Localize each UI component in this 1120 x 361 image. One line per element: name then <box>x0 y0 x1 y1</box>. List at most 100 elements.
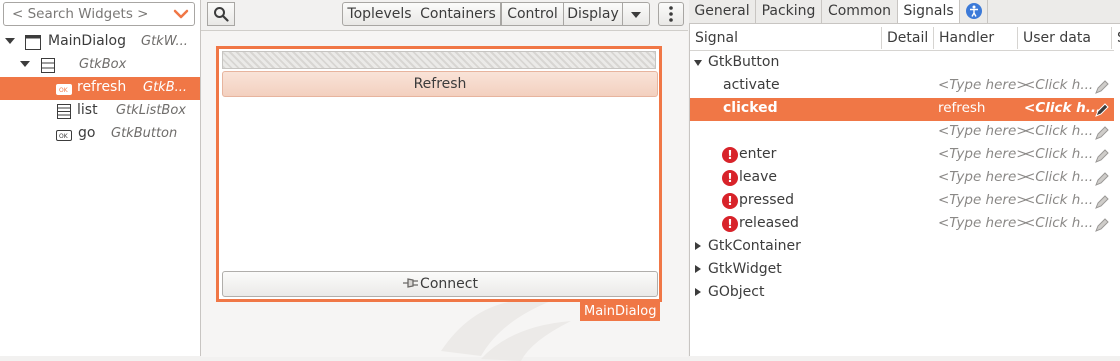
expander-down-icon[interactable] <box>694 60 702 66</box>
signal-row-released[interactable]: ! released <Type here> <Click h... <box>690 213 1120 236</box>
error-icon: ! <box>722 216 738 232</box>
signal-group-gtkwidget[interactable]: GtkWidget <box>690 259 1120 282</box>
plug-icon <box>403 278 419 288</box>
button-icon: OK <box>56 83 72 99</box>
toplevels-button[interactable]: Toplevels <box>342 2 417 26</box>
tree-item-name: MainDialog <box>48 33 127 49</box>
display-button[interactable]: Display <box>564 2 623 26</box>
tree-row-list[interactable]: list GtkListBox <box>0 100 200 123</box>
column-handler[interactable]: Handler <box>934 27 1018 49</box>
kebab-menu-icon <box>669 6 673 22</box>
tab-accessibility[interactable] <box>960 0 988 23</box>
signal-name: leave <box>739 169 777 185</box>
signal-group-gtkcontainer[interactable]: GtkContainer <box>690 236 1120 259</box>
containers-button[interactable]: Containers <box>416 2 501 26</box>
signal-group-gtkbutton[interactable]: GtkButton <box>690 52 1120 75</box>
user-data-field[interactable]: <Click h... <box>1024 192 1093 208</box>
connect-button-label: Connect <box>420 276 478 292</box>
handler-field[interactable]: <Type here> <box>938 192 1028 208</box>
signal-group-gobject[interactable]: GObject <box>690 282 1120 305</box>
widget-tree-pane: < Search Widgets > MainDialog GtkW... Gt… <box>0 0 201 356</box>
signal-row-leave[interactable]: ! leave <Type here> <Click h... <box>690 167 1120 190</box>
signal-name: enter <box>739 146 777 162</box>
window-icon <box>25 35 41 54</box>
signal-group-label: GObject <box>708 284 765 300</box>
edit-pencil-icon[interactable] <box>1094 217 1110 233</box>
user-data-field[interactable]: <Click h... <box>1024 77 1093 93</box>
signal-name: clicked <box>723 100 778 116</box>
user-data-field[interactable]: <Click h... <box>1024 146 1093 162</box>
handler-field[interactable]: <Type here> <box>938 215 1028 231</box>
signal-row-activate[interactable]: activate <Type here> <Click h... <box>690 75 1120 98</box>
header-divider <box>690 50 1120 51</box>
signal-row-empty[interactable]: <Type here> <Click h... <box>690 121 1120 144</box>
user-data-field[interactable]: <Click h... <box>1024 123 1093 139</box>
expander-right-icon[interactable] <box>695 265 701 273</box>
handler-field[interactable]: <Type here> <box>938 123 1028 139</box>
tree-item-class: GtkB... <box>143 80 188 95</box>
menu-button[interactable] <box>658 2 684 26</box>
tab-common[interactable]: Common <box>822 0 898 23</box>
column-signal[interactable]: Signal <box>690 27 882 49</box>
user-data-field[interactable]: <Click h... <box>1024 100 1101 116</box>
tree-item-class: GtkListBox <box>116 103 186 118</box>
vertical-scrollbar[interactable] <box>1114 50 1120 356</box>
tree-row-refresh[interactable]: OK refresh GtkB... <box>0 77 200 100</box>
column-user-data[interactable]: User data <box>1018 27 1112 49</box>
expander-down-icon[interactable] <box>5 38 15 44</box>
handler-field[interactable]: <Type here> <box>938 77 1028 93</box>
signal-group-label: GtkButton <box>708 54 780 70</box>
tab-signals[interactable]: Signals <box>898 0 960 23</box>
edit-pencil-icon[interactable] <box>1094 102 1110 118</box>
edit-pencil-icon[interactable] <box>1094 194 1110 210</box>
tab-general[interactable]: General <box>689 0 756 23</box>
handler-field[interactable]: refresh <box>938 100 985 116</box>
signal-row-enter[interactable]: ! enter <Type here> <Click h... <box>690 144 1120 167</box>
more-palettes-button[interactable] <box>622 2 650 26</box>
signal-row-pressed[interactable]: ! pressed <Type here> <Click h... <box>690 190 1120 213</box>
box-icon <box>41 58 55 77</box>
tab-packing[interactable]: Packing <box>756 0 822 23</box>
tree-row-go[interactable]: OK go GtkButton <box>0 123 200 146</box>
edit-pencil-icon[interactable] <box>1094 148 1110 164</box>
connect-button[interactable]: Connect <box>222 271 658 297</box>
user-data-field[interactable]: <Click h... <box>1024 169 1093 185</box>
chevron-down-icon[interactable] <box>172 5 190 27</box>
dialog-titlebar-placeholder <box>222 51 656 69</box>
dropdown-arrow-icon <box>631 12 641 18</box>
tree-item-class: GtkButton <box>111 126 178 141</box>
edit-pencil-icon[interactable] <box>1094 125 1110 141</box>
expander-right-icon[interactable] <box>695 288 701 296</box>
control-button[interactable]: Control <box>501 2 564 26</box>
tree-item-name: go <box>78 125 96 141</box>
signal-name: released <box>739 215 799 231</box>
tree-row-gtkbox[interactable]: GtkBox <box>0 54 200 77</box>
search-button[interactable] <box>207 2 235 26</box>
refresh-button[interactable]: Refresh <box>222 71 658 97</box>
handler-field[interactable]: <Type here> <box>938 169 1028 185</box>
signal-name: pressed <box>739 192 795 208</box>
edit-pencil-icon[interactable] <box>1094 171 1110 187</box>
search-widgets-placeholder: < Search Widgets > <box>12 6 149 22</box>
tree-item-class: GtkW... <box>141 34 188 49</box>
column-detail[interactable]: Detail <box>882 27 934 49</box>
user-data-field[interactable]: <Click h... <box>1024 215 1093 231</box>
svg-text:OK: OK <box>59 87 69 94</box>
main-dialog-preview[interactable]: Refresh Connect <box>216 46 662 302</box>
edit-pencil-icon[interactable] <box>1094 79 1110 95</box>
expander-right-icon[interactable] <box>695 242 701 250</box>
signal-group-label: GtkContainer <box>708 238 801 254</box>
handler-field[interactable]: <Type here> <box>938 146 1028 162</box>
signal-row-clicked[interactable]: clicked refresh <Click h... <box>690 98 1120 121</box>
error-icon: ! <box>722 170 738 186</box>
svg-text:OK: OK <box>59 133 69 140</box>
accessibility-icon <box>965 3 982 19</box>
expander-down-icon[interactable] <box>20 61 30 67</box>
button-icon: OK <box>56 129 72 145</box>
column-swap[interactable]: S <box>1112 27 1120 49</box>
error-icon: ! <box>722 147 738 163</box>
tree-row-maindialog[interactable]: MainDialog GtkW... <box>0 31 200 54</box>
tree-item-name: refresh <box>77 79 127 95</box>
listbox-icon <box>57 104 71 123</box>
search-widgets-combo[interactable]: < Search Widgets > <box>3 2 195 26</box>
